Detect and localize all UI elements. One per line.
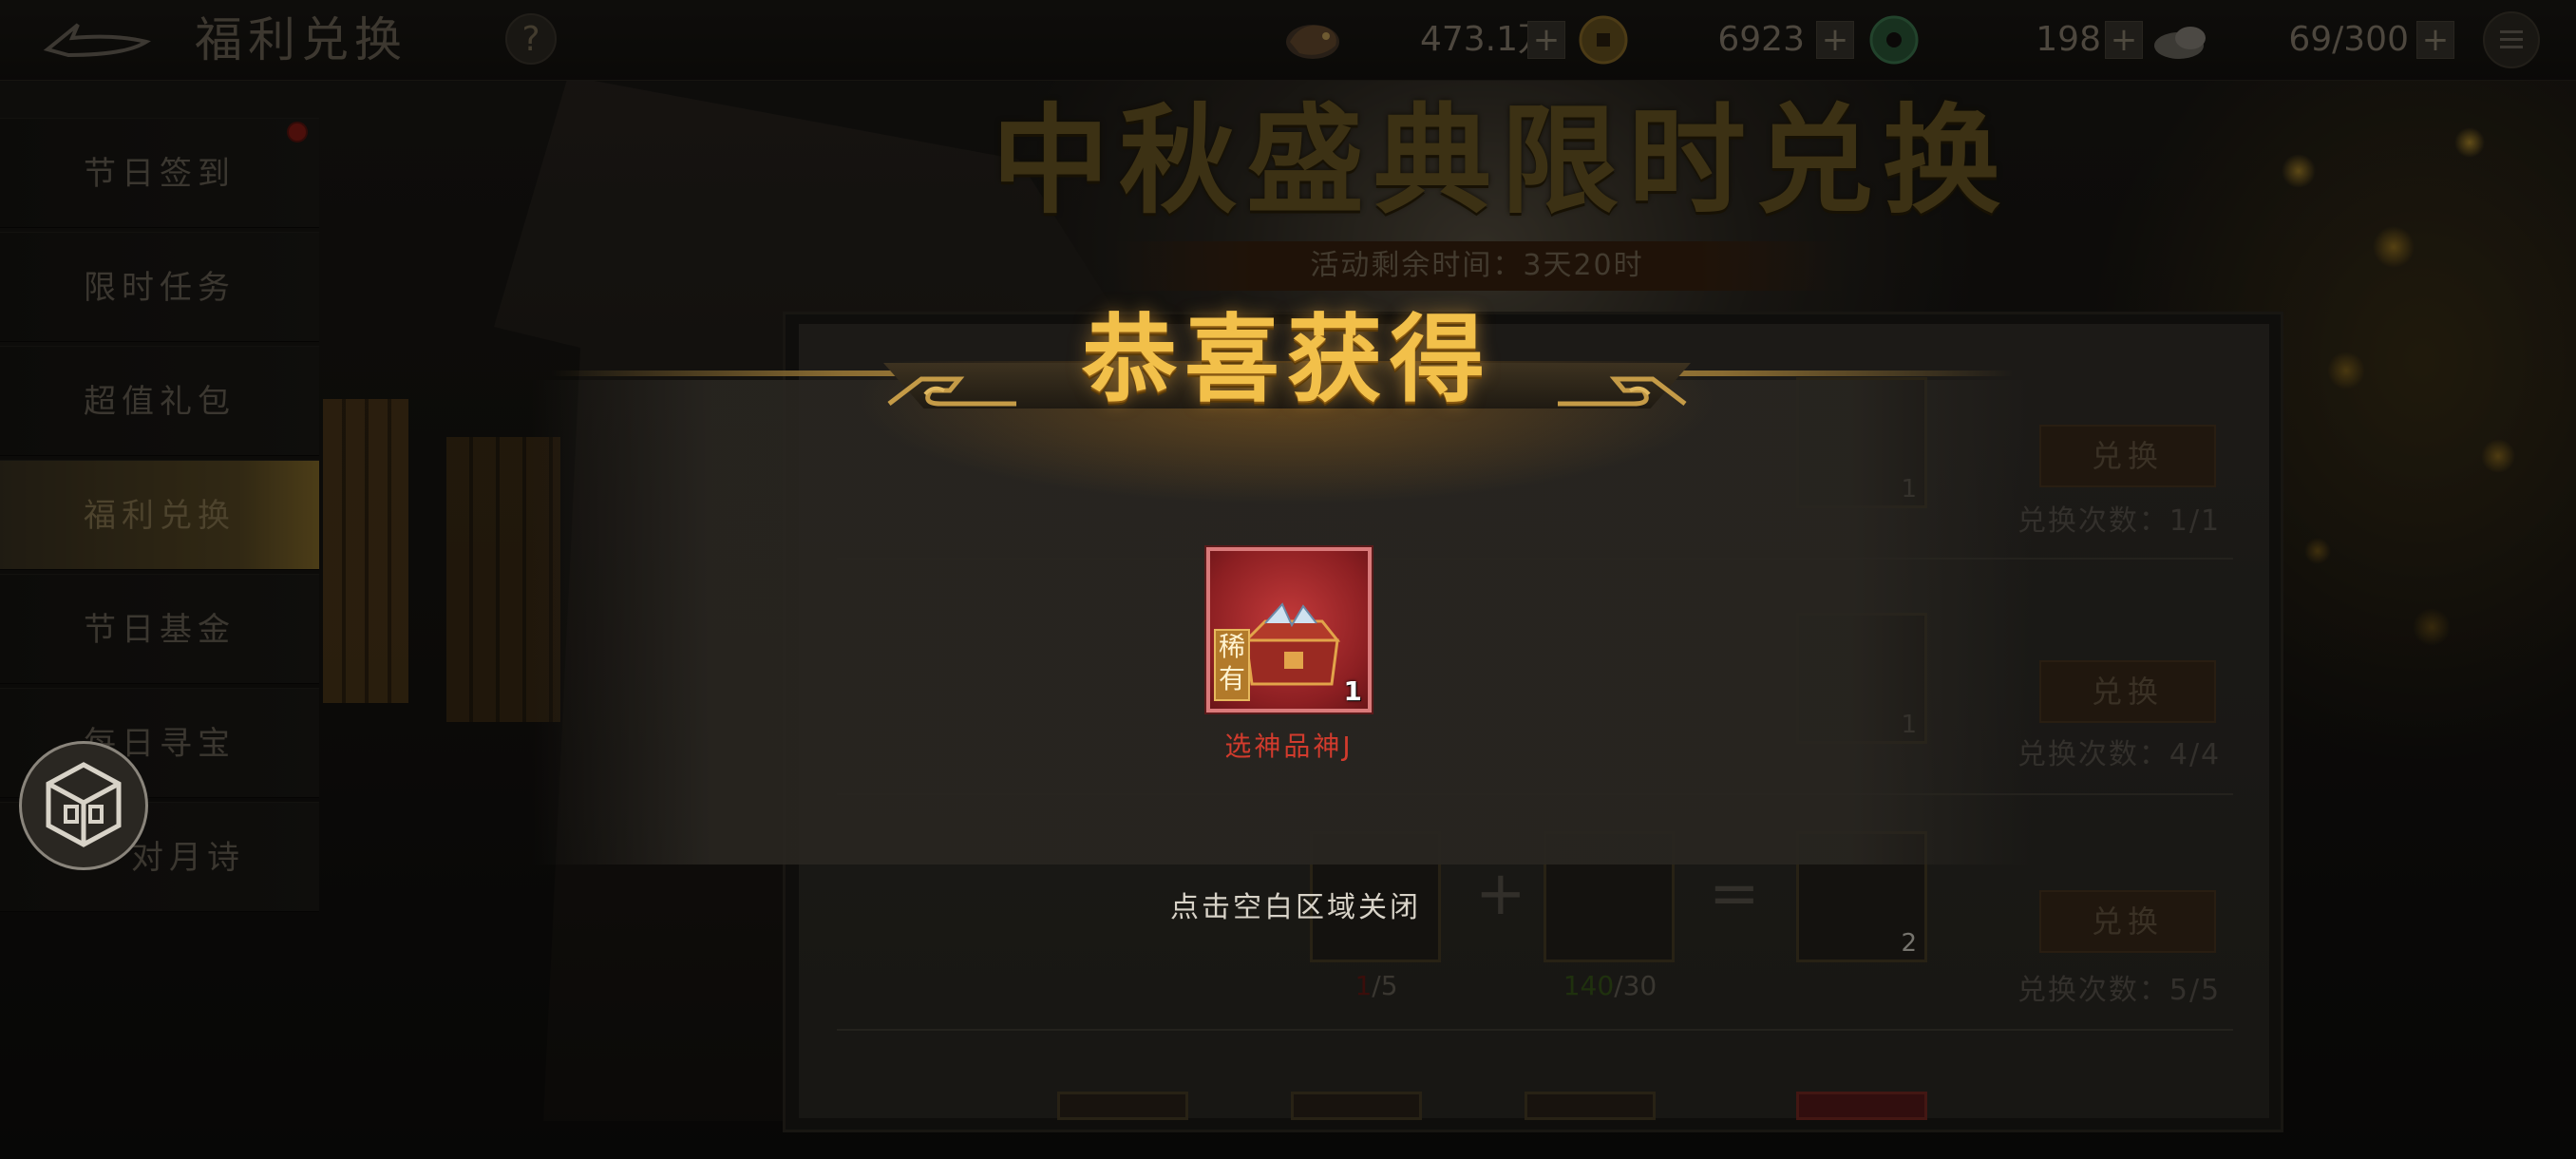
assistant-button[interactable] [19,741,148,870]
popup-title: 恭喜获得 [1082,303,1492,415]
reward-item-slot[interactable]: 稀有 1 [1206,547,1372,712]
cube-icon [46,762,122,847]
rarity-tag: 稀有 [1214,629,1250,701]
reward-count: 1 [1343,675,1362,707]
close-hint: 点击空白区域关闭 [1170,891,1421,924]
treasure-chest-icon [1242,602,1341,686]
reward-name: 选神品神J [1224,731,1354,762]
